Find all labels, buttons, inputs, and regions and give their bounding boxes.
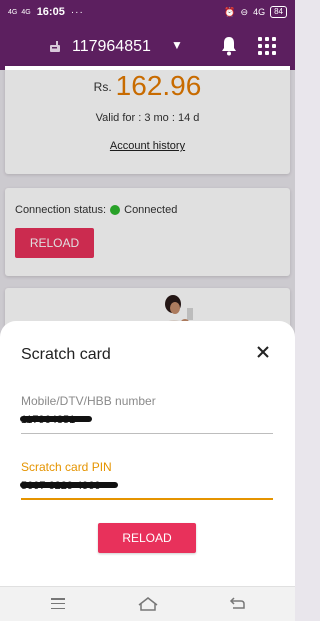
system-nav-bar — [0, 586, 295, 621]
more-notifications-icon: ··· — [70, 6, 84, 18]
home-icon[interactable] — [137, 596, 159, 612]
field-underline-focused — [21, 498, 273, 500]
menu-icon[interactable] — [14, 40, 32, 54]
account-number[interactable]: 117964851 — [72, 38, 151, 56]
signal-icon: 4G — [21, 8, 31, 16]
close-icon[interactable] — [256, 345, 270, 359]
redaction-mark — [20, 416, 92, 422]
field-underline — [21, 433, 273, 434]
bell-icon[interactable] — [220, 36, 238, 56]
status-bar: 4G 4G 16:05 ··· ⏰ ⊖ 4G 84 — [0, 0, 295, 24]
chevron-down-icon[interactable]: ▼ — [171, 38, 183, 52]
app-bar: 117964851 ▼ — [0, 24, 295, 70]
mobile-number-label: Mobile/DTV/HBB number — [21, 394, 156, 408]
clock: 16:05 — [36, 6, 65, 18]
battery-level: 84 — [270, 6, 287, 18]
pin-label: Scratch card PIN — [21, 460, 112, 474]
back-icon[interactable] — [229, 596, 245, 610]
scratch-card-sheet: Scratch card Mobile/DTV/HBB number 11796… — [0, 321, 295, 586]
phone-icon — [50, 41, 60, 52]
reload-button[interactable]: RELOAD — [98, 523, 196, 553]
signal-icon: 4G — [8, 8, 18, 16]
alarm-icon: ⏰ — [224, 6, 236, 17]
no-disturb-icon: ⊖ — [240, 6, 249, 17]
redaction-mark — [20, 482, 118, 488]
recent-apps-icon[interactable] — [51, 598, 65, 609]
apps-grid-icon[interactable] — [258, 37, 276, 55]
network-type: 4G — [253, 7, 266, 17]
sheet-title: Scratch card — [21, 346, 111, 363]
